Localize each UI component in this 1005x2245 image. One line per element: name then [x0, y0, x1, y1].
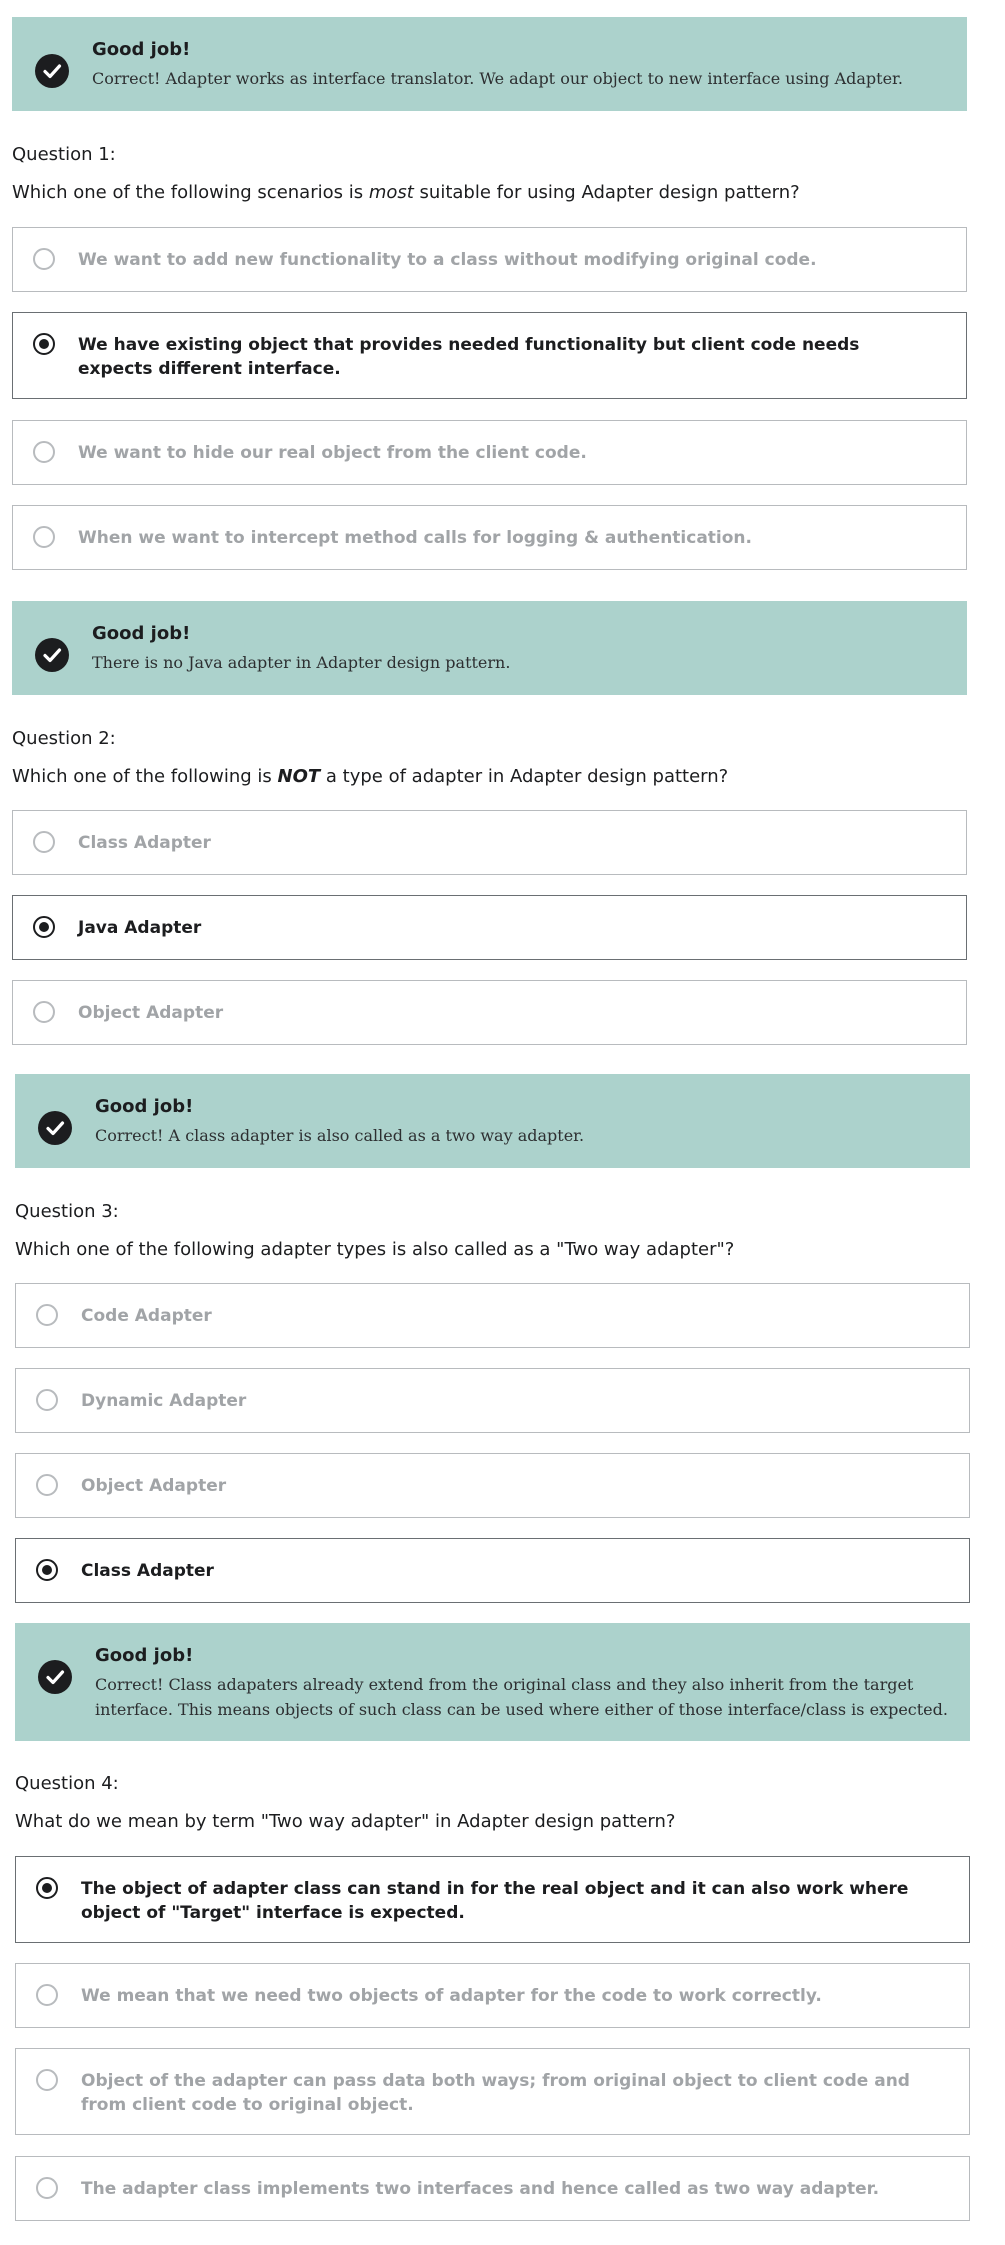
answer-label: Class Adapter [81, 1561, 214, 1581]
question-text: Which one of the following is NOT a type… [12, 766, 728, 787]
check-circle-icon [35, 54, 69, 88]
feedback-text: There is no Java adapter in Adapter desi… [92, 653, 511, 672]
question-text-part: suitable for using Adapter design patter… [413, 182, 800, 203]
answer-option[interactable]: Code Adapter [15, 1283, 970, 1348]
radio-icon[interactable] [33, 333, 55, 355]
question-text: Which one of the following adapter types… [15, 1239, 735, 1260]
answer-option-selected[interactable]: The object of adapter class can stand in… [15, 1856, 970, 1943]
feedback-title: Good job! [92, 623, 191, 644]
radio-icon[interactable] [33, 831, 55, 853]
question-number: Question 1: [12, 144, 116, 165]
question-text: Which one of the following scenarios is … [12, 182, 800, 203]
answer-label: The object of adapter class can stand in… [81, 1879, 909, 1923]
answer-label: Object Adapter [81, 1476, 227, 1496]
answer-option[interactable]: We want to add new functionality to a cl… [12, 227, 967, 292]
feedback-title: Good job! [95, 1645, 194, 1666]
radio-icon[interactable] [33, 526, 55, 548]
check-circle-icon [38, 1111, 72, 1145]
answer-option[interactable]: We mean that we need two objects of adap… [15, 1963, 970, 2028]
feedback-text: Correct! Adapter works as interface tran… [92, 69, 904, 88]
answer-option[interactable]: Class Adapter [12, 810, 967, 875]
feedback-title: Good job! [95, 1096, 194, 1117]
radio-icon[interactable] [33, 916, 55, 938]
answer-label: We mean that we need two objects of adap… [81, 1986, 822, 2006]
answer-label: Code Adapter [81, 1306, 212, 1326]
answer-label: We want to hide our real object from the… [78, 443, 587, 463]
feedback-banner: Good job! Correct! Class adapaters alrea… [15, 1623, 970, 1741]
answer-label: Object of the adapter can pass data both… [81, 2071, 910, 2115]
answer-option-selected[interactable]: Class Adapter [15, 1538, 970, 1603]
question-text-part: Which one of the following is [12, 766, 278, 787]
feedback-banner: Good job! Correct! A class adapter is al… [15, 1074, 970, 1168]
radio-icon[interactable] [36, 1877, 58, 1899]
answer-label: We want to add new functionality to a cl… [78, 250, 817, 270]
answer-option[interactable]: The adapter class implements two interfa… [15, 2156, 970, 2221]
question-text: What do we mean by term "Two way adapter… [15, 1811, 676, 1832]
question-text-part: a type of adapter in Adapter design patt… [320, 766, 729, 787]
answer-label: Object Adapter [78, 1003, 224, 1023]
radio-icon[interactable] [36, 1474, 58, 1496]
radio-icon[interactable] [36, 1389, 58, 1411]
answer-option[interactable]: We want to hide our real object from the… [12, 420, 967, 485]
radio-icon[interactable] [33, 248, 55, 270]
answer-label: We have existing object that provides ne… [78, 335, 860, 379]
radio-icon[interactable] [36, 1559, 58, 1581]
radio-icon[interactable] [36, 1984, 58, 2006]
feedback-text: Correct! A class adapter is also called … [95, 1126, 585, 1145]
question-emphasis: NOT [277, 766, 321, 787]
answer-option[interactable]: Dynamic Adapter [15, 1368, 970, 1433]
radio-icon[interactable] [33, 1001, 55, 1023]
check-circle-icon [35, 638, 69, 672]
feedback-banner: Good job! There is no Java adapter in Ad… [12, 601, 967, 695]
answer-label: Class Adapter [78, 833, 211, 853]
answer-option-selected[interactable]: Java Adapter [12, 895, 967, 960]
answer-label: Dynamic Adapter [81, 1391, 247, 1411]
answer-label: The adapter class implements two interfa… [81, 2179, 880, 2199]
question-emphasis: most [368, 182, 414, 203]
answer-option[interactable]: When we want to intercept method calls f… [12, 505, 967, 570]
radio-icon[interactable] [33, 441, 55, 463]
answer-option[interactable]: Object Adapter [12, 980, 967, 1045]
answer-option-selected[interactable]: We have existing object that provides ne… [12, 312, 967, 399]
feedback-banner: Good job! Correct! Adapter works as inte… [12, 17, 967, 111]
feedback-title: Good job! [92, 39, 191, 60]
radio-icon[interactable] [36, 2069, 58, 2091]
question-number: Question 2: [12, 728, 116, 749]
answer-option[interactable]: Object of the adapter can pass data both… [15, 2048, 970, 2135]
radio-icon[interactable] [36, 2177, 58, 2199]
feedback-text: Correct! Class adapaters already extend … [95, 1675, 948, 1719]
check-circle-icon [38, 1660, 72, 1694]
question-number: Question 4: [15, 1773, 119, 1794]
answer-label: Java Adapter [78, 918, 202, 938]
question-text-part: Which one of the following scenarios is [12, 182, 369, 203]
radio-icon[interactable] [36, 1304, 58, 1326]
answer-option[interactable]: Object Adapter [15, 1453, 970, 1518]
answer-label: When we want to intercept method calls f… [78, 528, 752, 548]
question-number: Question 3: [15, 1201, 119, 1222]
